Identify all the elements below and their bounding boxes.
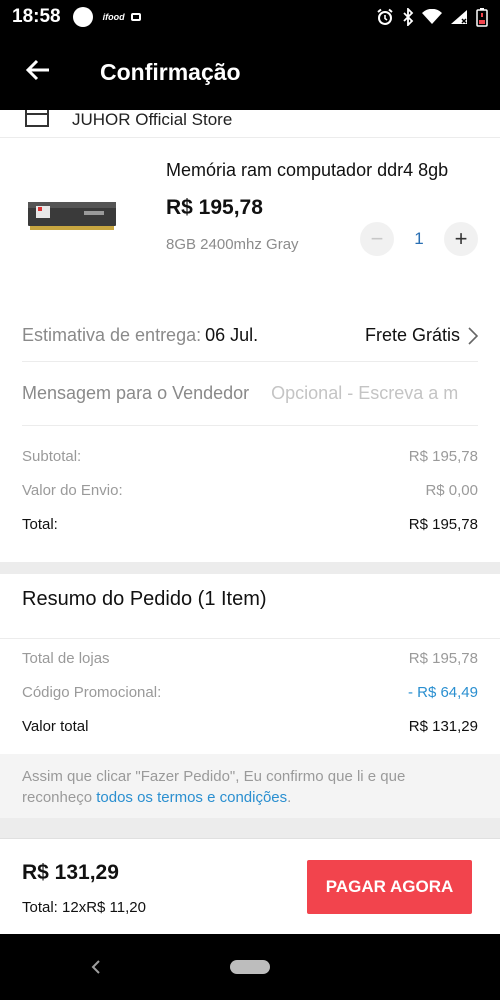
shipping-cost-row: Valor do Envio: R$ 0,00: [22, 473, 478, 507]
status-time: 18:58: [12, 6, 61, 27]
ifood-notification-icon: ifood: [102, 12, 125, 22]
nav-back-icon[interactable]: [86, 956, 106, 978]
store-total-row: Total: R$ 195,78: [22, 507, 478, 541]
delivery-date: 06 Jul.: [205, 325, 259, 345]
store-total-label: Total:: [22, 515, 58, 533]
alarm-icon: [376, 8, 394, 26]
quantity-decrease-button[interactable]: −: [360, 222, 394, 256]
terms-suffix: .: [287, 789, 292, 806]
grand-total-label: Valor total: [22, 717, 89, 735]
grand-total-row: Valor total R$ 131,29: [22, 709, 478, 743]
grand-total-value: R$ 131,29: [408, 717, 478, 735]
seller-message-input[interactable]: [271, 383, 472, 404]
product-item: Memória ram computador ddr4 8gb R$ 195,7…: [0, 146, 500, 296]
quantity-value: 1: [414, 229, 424, 248]
subtotal-row: Subtotal: R$ 195,78: [22, 439, 478, 473]
status-icons: [376, 7, 488, 27]
status-bar: 18:58 ifood: [0, 0, 500, 34]
store-name: JUHOR Official Store: [72, 110, 233, 129]
shipping-cost-value: R$ 0,00: [425, 481, 478, 499]
shipping-cost-label: Valor do Envio:: [22, 481, 123, 499]
store-icon: [24, 110, 50, 133]
installments-text: Total: 12xR$ 11,20: [22, 899, 146, 916]
screenshot-icon: [130, 13, 141, 21]
delivery-label: Estimativa de entrega:: [22, 325, 202, 345]
terms-notice: Assim que clicar "Fazer Pedido", Eu conf…: [0, 754, 500, 818]
bluetooth-icon: [402, 8, 414, 26]
system-nav-bar: [0, 934, 500, 1000]
store-total-value: R$ 195,78: [408, 515, 478, 533]
checkout-content: JUHOR Official Store Memória ram computa…: [0, 110, 500, 934]
promo-code-label: Código Promocional:: [22, 683, 162, 701]
payment-total: R$ 131,29: [22, 861, 119, 884]
shipping-option: Frete Grátis: [364, 325, 460, 345]
delivery-row[interactable]: Estimativa de entrega: 06 Jul. Frete Grá…: [22, 310, 478, 362]
store-header[interactable]: JUHOR Official Store: [0, 110, 500, 138]
stores-total-row: Total de lojas R$ 195,78: [22, 641, 478, 675]
product-title[interactable]: Memória ram computador ddr4 8gb: [166, 160, 484, 181]
pay-now-button[interactable]: PAGAR AGORA: [307, 860, 472, 914]
quantity-stepper: − 1 +: [360, 222, 478, 256]
battery-low-icon: [476, 7, 488, 27]
chevron-right-icon: [468, 326, 478, 345]
stores-total-label: Total de lojas: [22, 649, 110, 667]
promo-code-value: - R$ 64,49: [407, 683, 478, 701]
nav-home-pill[interactable]: [230, 960, 270, 974]
section-divider: [0, 562, 500, 574]
seller-message-label: Mensagem para o Vendedor: [22, 383, 250, 403]
product-price: R$ 195,78: [166, 196, 263, 219]
wifi-icon: [422, 9, 442, 25]
stores-total-value: R$ 195,78: [408, 649, 478, 667]
app-bar: Confirmação: [0, 34, 500, 110]
checkout-screen: 18:58 ifood Confirmação JUHOR Official S…: [0, 0, 500, 1000]
back-button[interactable]: [0, 34, 76, 110]
seller-message-row: Mensagem para o Vendedor: [22, 362, 478, 426]
promo-code-row[interactable]: Código Promocional: - R$ 64,49: [22, 675, 478, 709]
subtotal-label: Subtotal:: [22, 447, 82, 465]
arrow-left-icon: [25, 58, 51, 87]
product-image[interactable]: [26, 198, 118, 232]
subtotal-value: R$ 195,78: [408, 447, 478, 465]
signal-icon: [450, 9, 468, 25]
payment-bar: R$ 131,29 Total: 12xR$ 11,20 PAGAR AGORA: [0, 838, 500, 934]
order-summary-title: Resumo do Pedido (1 Item): [22, 588, 267, 610]
divider: [0, 638, 500, 639]
terms-link[interactable]: todos os termos e condições: [96, 789, 287, 806]
notification-dot-icon: [72, 7, 93, 27]
page-title: Confirmação: [100, 58, 241, 85]
product-variant: 8GB 2400mhz Gray: [166, 236, 299, 253]
quantity-increase-button[interactable]: +: [444, 222, 478, 256]
